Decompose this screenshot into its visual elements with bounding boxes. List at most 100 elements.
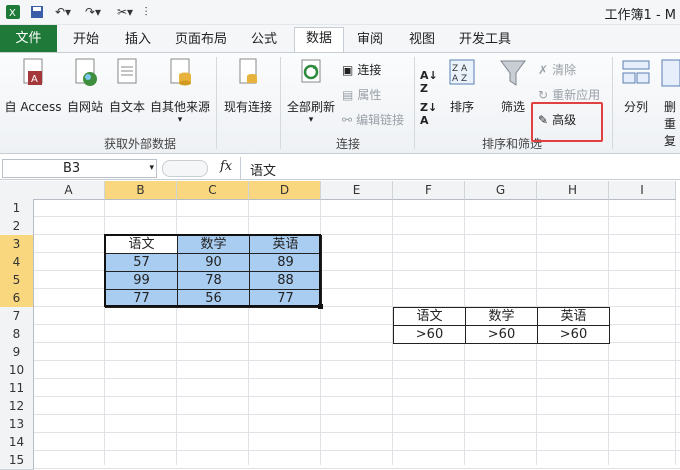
remove-duplicates-icon bbox=[660, 57, 680, 94]
row-header-10[interactable]: 10 bbox=[0, 361, 34, 380]
gridline bbox=[33, 378, 680, 379]
edit-links-button[interactable]: ⚯ 编辑链接 bbox=[342, 111, 404, 128]
select-all-corner[interactable] bbox=[0, 181, 34, 200]
tab-home[interactable]: 开始 bbox=[66, 29, 106, 51]
row-header-5[interactable]: 5 bbox=[0, 271, 34, 290]
row-header-11[interactable]: 11 bbox=[0, 379, 34, 398]
row-header-13[interactable]: 13 bbox=[0, 415, 34, 434]
table-cell[interactable]: 88 bbox=[249, 271, 322, 290]
existing-connections-button[interactable]: 现有连接 bbox=[220, 57, 276, 115]
table-cell[interactable]: 77 bbox=[249, 289, 322, 308]
formula-bar: B3 ▾ fx 语文 bbox=[0, 157, 680, 180]
filter-button[interactable]: 筛选 bbox=[494, 57, 532, 115]
from-other-sources-button[interactable]: 自其他来源 ▾ bbox=[148, 57, 212, 125]
from-web-label: 自网站 bbox=[66, 100, 103, 114]
criteria-cell[interactable]: >60 bbox=[537, 325, 610, 344]
access-icon: A bbox=[2, 57, 64, 94]
svg-text:Z A: Z A bbox=[452, 64, 468, 74]
row-header-8[interactable]: 8 bbox=[0, 325, 34, 344]
fill-handle[interactable] bbox=[318, 304, 323, 309]
tools-icon[interactable]: ✂▾ bbox=[112, 3, 138, 21]
criteria-header-cell[interactable]: 数学 bbox=[465, 307, 538, 326]
column-header-a[interactable]: A bbox=[33, 181, 105, 200]
table-header-cell[interactable]: 语文 bbox=[105, 235, 178, 254]
table-cell[interactable]: 77 bbox=[105, 289, 178, 308]
redo-icon[interactable]: ↷▾ bbox=[80, 3, 106, 21]
clear-filter-label: 清除 bbox=[552, 63, 577, 77]
row-header-3[interactable]: 3 bbox=[0, 235, 34, 254]
column-header-c[interactable]: C bbox=[177, 181, 249, 200]
table-cell[interactable]: 56 bbox=[177, 289, 250, 308]
row-header-4[interactable]: 4 bbox=[0, 253, 34, 272]
worksheet-grid[interactable]: A B C D E F G H I 1 2 3 4 5 6 7 8 9 10 11 12 13 14 15 语文 数学 英语 57 90… bbox=[0, 181, 680, 470]
sort-az-icon: A↓ Z bbox=[420, 69, 438, 95]
table-header-cell[interactable]: 数学 bbox=[177, 235, 250, 254]
criteria-cell[interactable]: >60 bbox=[393, 325, 466, 344]
reapply-label: 重新应用 bbox=[552, 88, 601, 102]
table-header-cell[interactable]: 英语 bbox=[249, 235, 322, 254]
from-access-button[interactable]: A 自 Access bbox=[2, 57, 64, 115]
column-header-f[interactable]: F bbox=[393, 181, 465, 200]
remove-duplicates-label-2: 重复 bbox=[663, 117, 676, 148]
edit-links-label: 编辑链接 bbox=[356, 113, 405, 127]
criteria-cell[interactable]: >60 bbox=[465, 325, 538, 344]
column-header-d[interactable]: D bbox=[249, 181, 321, 200]
column-header-g[interactable]: G bbox=[465, 181, 537, 200]
column-header-e[interactable]: E bbox=[321, 181, 393, 200]
sort-button[interactable]: Z AA Z 排序 bbox=[444, 57, 480, 115]
text-to-columns-button[interactable]: 分列 bbox=[616, 57, 656, 115]
formula-input[interactable]: 语文 bbox=[250, 160, 276, 179]
formula-bar-splitter[interactable] bbox=[162, 160, 208, 177]
save-icon[interactable] bbox=[28, 3, 46, 21]
existing-connections-icon bbox=[220, 57, 276, 94]
properties-button[interactable]: ▤ 属性 bbox=[342, 86, 381, 103]
row-header-9[interactable]: 9 bbox=[0, 343, 34, 362]
tab-view[interactable]: 视图 bbox=[402, 29, 442, 51]
column-header-h[interactable]: H bbox=[537, 181, 609, 200]
name-box-dropdown-icon[interactable]: ▾ bbox=[149, 160, 154, 177]
tab-review[interactable]: 审阅 bbox=[350, 29, 390, 51]
table-cell[interactable]: 89 bbox=[249, 253, 322, 272]
remove-duplicates-button[interactable]: 删 重复 bbox=[660, 57, 680, 149]
criteria-header-cell[interactable]: 英语 bbox=[537, 307, 610, 326]
column-header-b[interactable]: B bbox=[105, 181, 177, 200]
gridline bbox=[33, 396, 680, 397]
undo-icon[interactable]: ↶▾ bbox=[50, 3, 76, 21]
table-cell[interactable]: 99 bbox=[105, 271, 178, 290]
refresh-all-button[interactable]: 全部刷新 ▾ bbox=[284, 57, 338, 125]
row-header-1[interactable]: 1 bbox=[0, 199, 34, 218]
function-icon[interactable]: fx bbox=[220, 159, 232, 174]
tab-insert[interactable]: 插入 bbox=[118, 29, 158, 51]
reapply-button[interactable]: ↻ 重新应用 bbox=[538, 86, 600, 103]
properties-icon: ▤ bbox=[342, 87, 354, 102]
row-header-7[interactable]: 7 bbox=[0, 307, 34, 326]
row-header-2[interactable]: 2 bbox=[0, 217, 34, 236]
clear-filter-icon: ✗ bbox=[538, 62, 549, 77]
customize-qa-icon[interactable]: ⫶ bbox=[140, 3, 152, 21]
table-cell[interactable]: 78 bbox=[177, 271, 250, 290]
row-header-6[interactable]: 6 bbox=[0, 289, 34, 308]
table-cell[interactable]: 90 bbox=[177, 253, 250, 272]
sort-az-button[interactable]: A↓ Z bbox=[420, 69, 438, 95]
row-header-14[interactable]: 14 bbox=[0, 433, 34, 452]
sort-za-button[interactable]: Z↓ A bbox=[420, 101, 437, 127]
connections-button[interactable]: ▣ 连接 bbox=[342, 61, 381, 78]
row-header-15[interactable]: 15 bbox=[0, 451, 34, 470]
tab-page-layout[interactable]: 页面布局 bbox=[170, 29, 232, 51]
from-text-button[interactable]: 自文本 bbox=[106, 57, 148, 115]
column-header-i[interactable]: I bbox=[609, 181, 676, 200]
divider bbox=[612, 57, 613, 149]
name-box[interactable]: B3 ▾ bbox=[2, 159, 157, 178]
tab-file[interactable]: 文件 bbox=[0, 25, 57, 52]
properties-label: 属性 bbox=[357, 88, 382, 102]
tab-developer[interactable]: 开发工具 bbox=[454, 29, 516, 51]
tab-data[interactable]: 数据 bbox=[294, 27, 344, 52]
sort-label: 排序 bbox=[449, 100, 474, 114]
tab-formulas[interactable]: 公式 bbox=[244, 29, 284, 51]
criteria-header-cell[interactable]: 语文 bbox=[393, 307, 466, 326]
clear-filter-button[interactable]: ✗ 清除 bbox=[538, 61, 576, 78]
table-cell[interactable]: 57 bbox=[105, 253, 178, 272]
sort-za-icon: Z↓ A bbox=[420, 101, 438, 127]
from-web-button[interactable]: 自网站 bbox=[64, 57, 106, 115]
row-header-12[interactable]: 12 bbox=[0, 397, 34, 416]
